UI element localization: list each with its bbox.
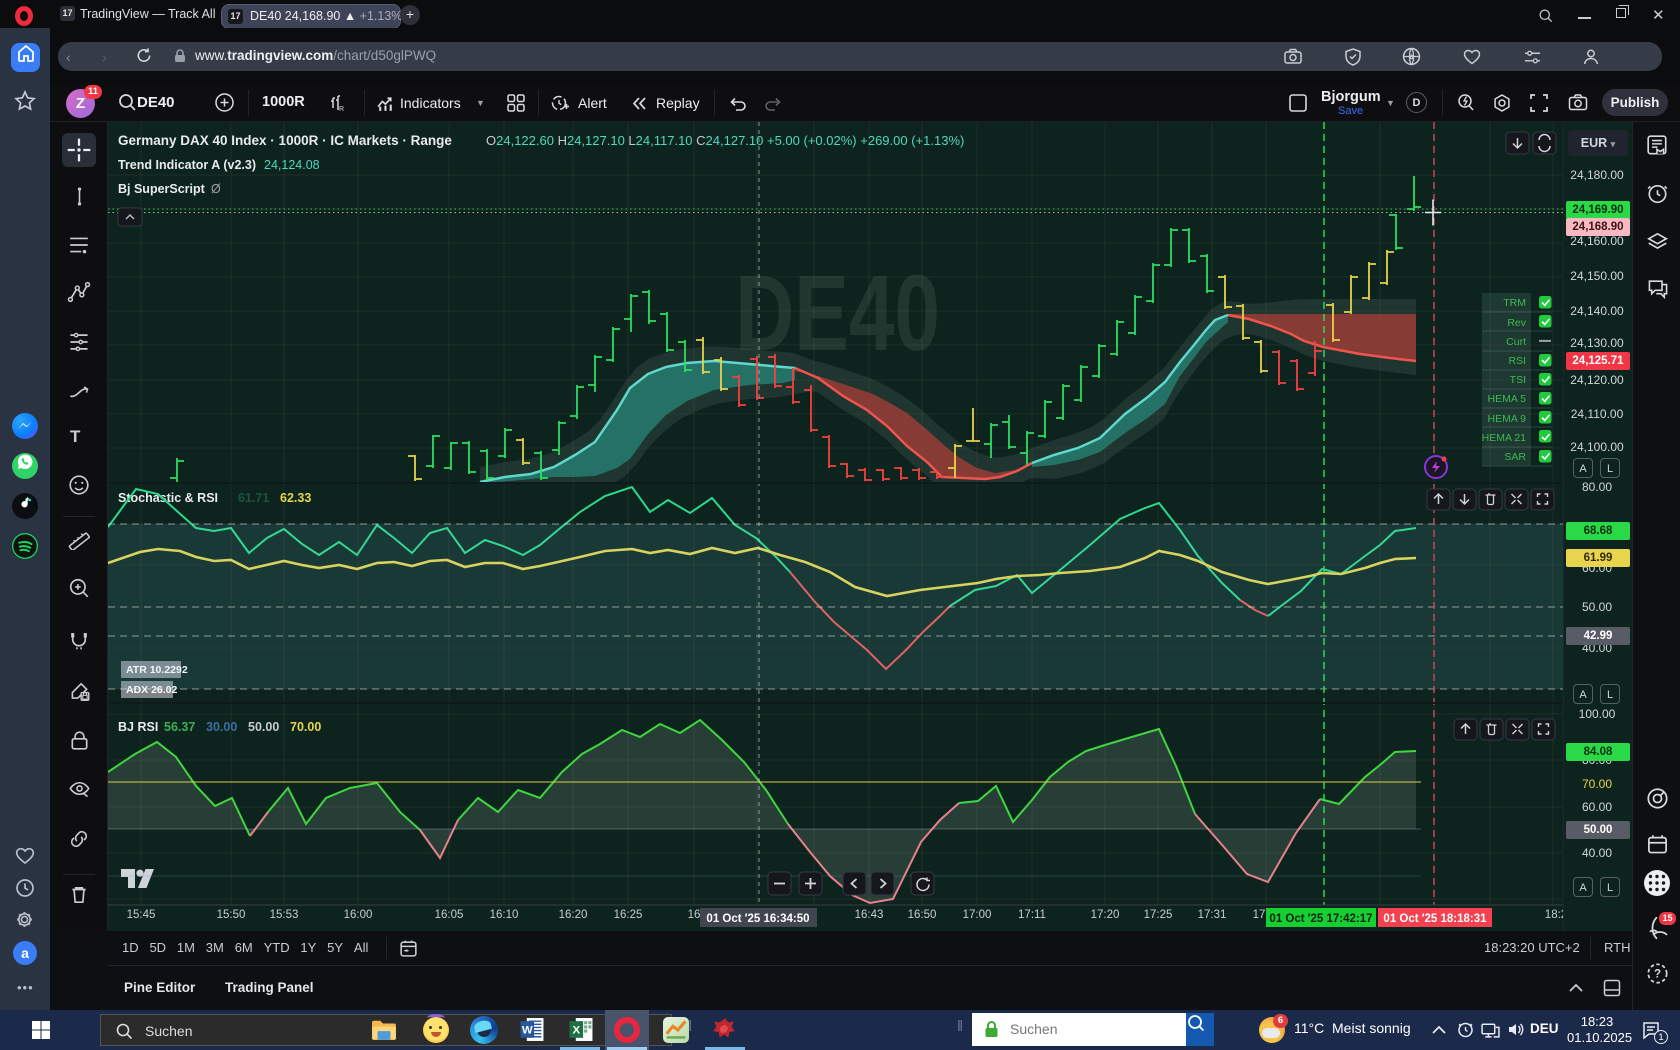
svg-text:62.33: 62.33 (280, 491, 311, 505)
svg-text:O24,122.60 H24,127.10 L24,11: O24,122.60 H24,127.10 L24,117.10 C24,127… (486, 133, 964, 148)
svg-text:Ø: Ø (211, 182, 221, 196)
svg-text:17:00: 17:00 (963, 909, 992, 921)
svg-text:17:11: 17:11 (1018, 909, 1046, 921)
svg-text:TSI: TSI (1510, 374, 1526, 386)
svg-text:17:31: 17:31 (1198, 909, 1227, 921)
svg-text:17: 17 (1253, 909, 1266, 921)
svg-text:16:50: 16:50 (908, 909, 937, 921)
svg-text:?: ? (1654, 969, 1661, 981)
svg-text:16:05: 16:05 (435, 909, 464, 921)
svg-text:18:2: 18:2 (1545, 909, 1563, 921)
svg-text:17:25: 17:25 (1144, 909, 1173, 921)
svg-text:61.71: 61.71 (238, 491, 269, 505)
svg-text:50.00: 50.00 (248, 720, 279, 734)
svg-text:56.37: 56.37 (164, 720, 195, 734)
svg-text:Bj SuperScript: Bj SuperScript (118, 182, 206, 196)
svg-text:16:00: 16:00 (344, 909, 373, 921)
svg-text:Curt: Curt (1506, 336, 1526, 348)
svg-text:Rev: Rev (1507, 317, 1526, 329)
svg-text:01 Oct ′25 17:42:17: 01 Oct ′25 17:42:17 (1269, 913, 1372, 925)
svg-text:15:53: 15:53 (270, 909, 299, 921)
svg-text:15:50: 15:50 (217, 909, 246, 921)
svg-text:70.00: 70.00 (290, 720, 321, 734)
svg-text:RSI: RSI (1508, 355, 1526, 367)
svg-text:24,124.08: 24,124.08 (264, 158, 320, 172)
svg-text:HEMA 5: HEMA 5 (1487, 393, 1526, 405)
svg-text:01 Oct ′25 18:18:31: 01 Oct ′25 18:18:31 (1383, 913, 1487, 925)
svg-text:TRM: TRM (1503, 297, 1526, 309)
svg-text:BJ RSI: BJ RSI (118, 720, 158, 734)
svg-text:30.00: 30.00 (206, 720, 237, 734)
svg-text:HEMA 21: HEMA 21 (1482, 432, 1527, 444)
svg-text:HEMA 9: HEMA 9 (1487, 413, 1526, 425)
svg-text:16:20: 16:20 (559, 909, 588, 921)
svg-text:16:25: 16:25 (614, 909, 643, 921)
svg-text:16:10: 16:10 (490, 909, 519, 921)
svg-text:01 Oct ′25 16:34:50: 01 Oct ′25 16:34:50 (706, 913, 809, 925)
svg-text:Trend Indicator A (v2.3): Trend Indicator A (v2.3) (118, 158, 256, 172)
svg-text:Germany DAX 40 Index · 1000R ·: Germany DAX 40 Index · 1000R · IC Market… (118, 133, 452, 148)
svg-text:15:45: 15:45 (127, 909, 156, 921)
svg-text:R: R (339, 106, 344, 113)
svg-text:W: W (522, 1025, 533, 1037)
svg-text:16:43: 16:43 (855, 909, 884, 921)
svg-text:16: 16 (688, 909, 701, 921)
svg-text:X: X (572, 1025, 580, 1037)
svg-text:17:20: 17:20 (1091, 909, 1120, 921)
svg-text:A: A (1408, 53, 1414, 63)
svg-text:SAR: SAR (1504, 451, 1526, 463)
